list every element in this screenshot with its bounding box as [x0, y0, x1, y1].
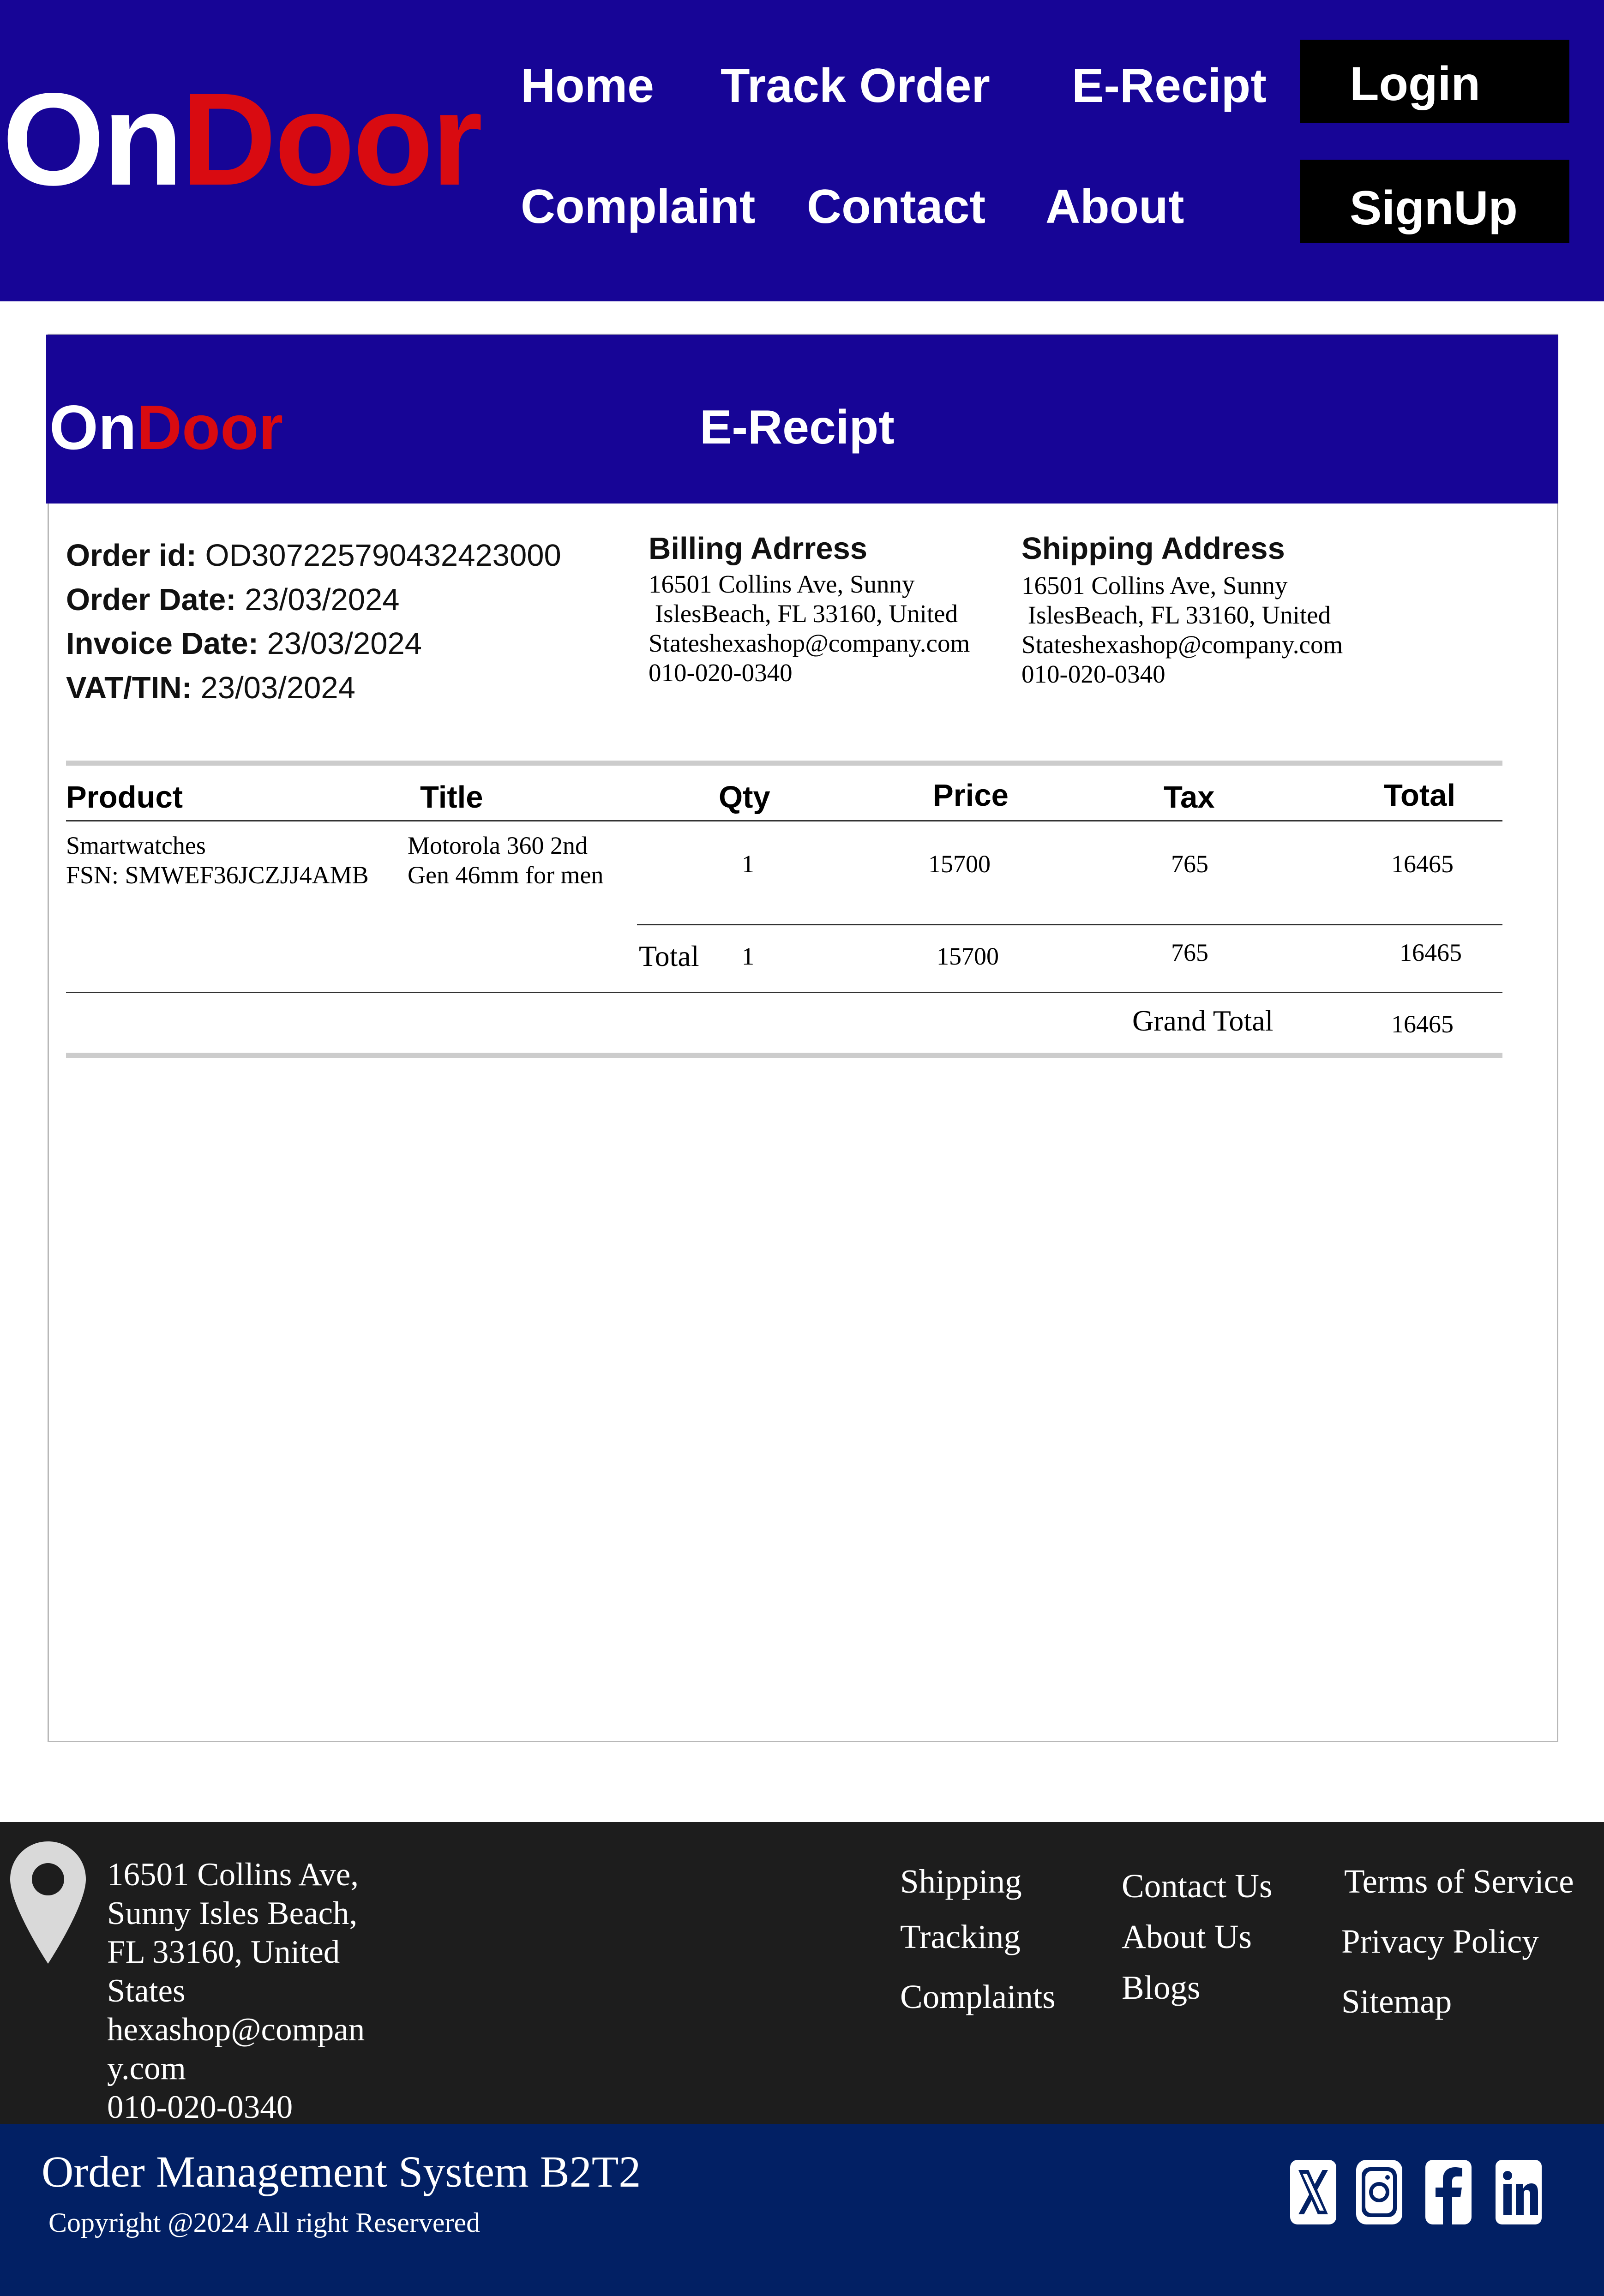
vat-label: VAT/TIN: — [66, 671, 192, 705]
item-price: 15700 — [928, 850, 991, 878]
facebook-icon[interactable] — [1425, 2160, 1472, 2224]
footer-link-contact-us[interactable]: Contact Us — [1122, 1869, 1272, 1903]
footer-link-complaints[interactable]: Complaints — [900, 1980, 1056, 2014]
billing-address: 16501 Collins Ave, Sunny IslesBeach, FL … — [649, 570, 970, 687]
copyright: Copyright @2024 All right Reservered — [48, 2207, 481, 2238]
signup-button[interactable]: SignUp — [1300, 160, 1569, 243]
footer-link-terms[interactable]: Terms of Service — [1344, 1864, 1574, 1898]
totals-label: Total — [639, 940, 699, 972]
item-title: Motorola 360 2nd Gen 46mm for men — [408, 832, 604, 889]
receipt-logo-on: On — [49, 392, 137, 462]
order-id-value: OD307225790432423000 — [205, 538, 561, 573]
order-id-row: Order id: OD307225790432423000 — [66, 540, 561, 571]
footer-address: 16501 Collins Ave, Sunny Isles Beach, FL… — [107, 1857, 365, 2125]
item-qty: 1 — [742, 850, 754, 878]
totals-qty: 1 — [742, 942, 754, 970]
order-date-label: Order Date: — [66, 582, 236, 617]
invoice-date-value: 23/03/2024 — [267, 626, 422, 661]
subtotal-divider — [637, 924, 1502, 925]
grand-total-label: Grand Total — [1132, 1004, 1274, 1037]
footer-link-shipping[interactable]: Shipping — [900, 1864, 1022, 1898]
location-pin-icon — [10, 1841, 86, 1964]
footer-link-privacy[interactable]: Privacy Policy — [1341, 1924, 1539, 1958]
logo-door: Door — [181, 66, 483, 213]
site-logo[interactable]: OnDoor — [2, 74, 483, 205]
col-price: Price — [933, 778, 1009, 813]
receipt-title: E-Recipt — [700, 401, 895, 454]
nav-home[interactable]: Home — [521, 62, 654, 110]
col-product: Product — [66, 780, 183, 815]
grand-total-value: 16465 — [1391, 1010, 1454, 1038]
order-id-label: Order id: — [66, 538, 197, 573]
x-icon[interactable] — [1290, 2160, 1336, 2224]
receipt-logo: OnDoor — [49, 396, 283, 459]
order-date-row: Order Date: 23/03/2024 — [66, 584, 400, 615]
col-total: Total — [1384, 778, 1456, 813]
billing-address-heading: Billing Adrress — [649, 531, 868, 566]
item-tax: 765 — [1171, 850, 1208, 878]
shipping-address-heading: Shipping Address — [1021, 531, 1285, 566]
invoice-date-row: Invoice Date: 23/03/2024 — [66, 628, 422, 659]
footer-link-about-us[interactable]: About Us — [1122, 1920, 1252, 1954]
receipt-logo-door: Door — [136, 392, 283, 462]
logo-on: On — [2, 66, 183, 213]
totals-price: 15700 — [937, 942, 999, 970]
nav-complaint[interactable]: Complaint — [521, 183, 755, 231]
vat-row: VAT/TIN: 23/03/2024 — [66, 672, 355, 703]
grand-total-divider — [66, 992, 1502, 993]
col-qty: Qty — [719, 780, 770, 815]
instagram-icon[interactable] — [1356, 2160, 1402, 2224]
nav-e-recipt[interactable]: E-Recipt — [1072, 62, 1267, 110]
nav-track-order[interactable]: Track Order — [721, 62, 990, 110]
login-button[interactable]: Login — [1300, 40, 1569, 123]
nav-about[interactable]: About — [1045, 183, 1184, 231]
header-underline — [66, 820, 1502, 821]
shipping-address: 16501 Collins Ave, Sunny IslesBeach, FL … — [1021, 571, 1343, 688]
item-total: 16465 — [1391, 850, 1454, 878]
order-date-value: 23/03/2024 — [245, 582, 400, 617]
vat-value: 23/03/2024 — [200, 671, 355, 705]
system-name: Order Management System B2T2 — [42, 2147, 641, 2196]
footer-link-tracking[interactable]: Tracking — [900, 1920, 1021, 1954]
totals-tax: 765 — [1171, 939, 1208, 966]
linkedin-icon[interactable] — [1496, 2160, 1542, 2224]
footer-link-sitemap[interactable]: Sitemap — [1341, 1984, 1452, 2018]
col-tax: Tax — [1164, 780, 1215, 815]
nav-contact[interactable]: Contact — [807, 183, 985, 231]
table-bottom-divider — [66, 1053, 1502, 1058]
totals-total: 16465 — [1400, 939, 1462, 966]
invoice-date-label: Invoice Date: — [66, 626, 259, 661]
footer-link-blogs[interactable]: Blogs — [1122, 1971, 1200, 2004]
item-product: Smartwatches FSN: SMWEF36JCZJJ4AMB — [66, 832, 369, 889]
col-title: Title — [420, 780, 483, 815]
table-top-divider — [66, 761, 1502, 766]
